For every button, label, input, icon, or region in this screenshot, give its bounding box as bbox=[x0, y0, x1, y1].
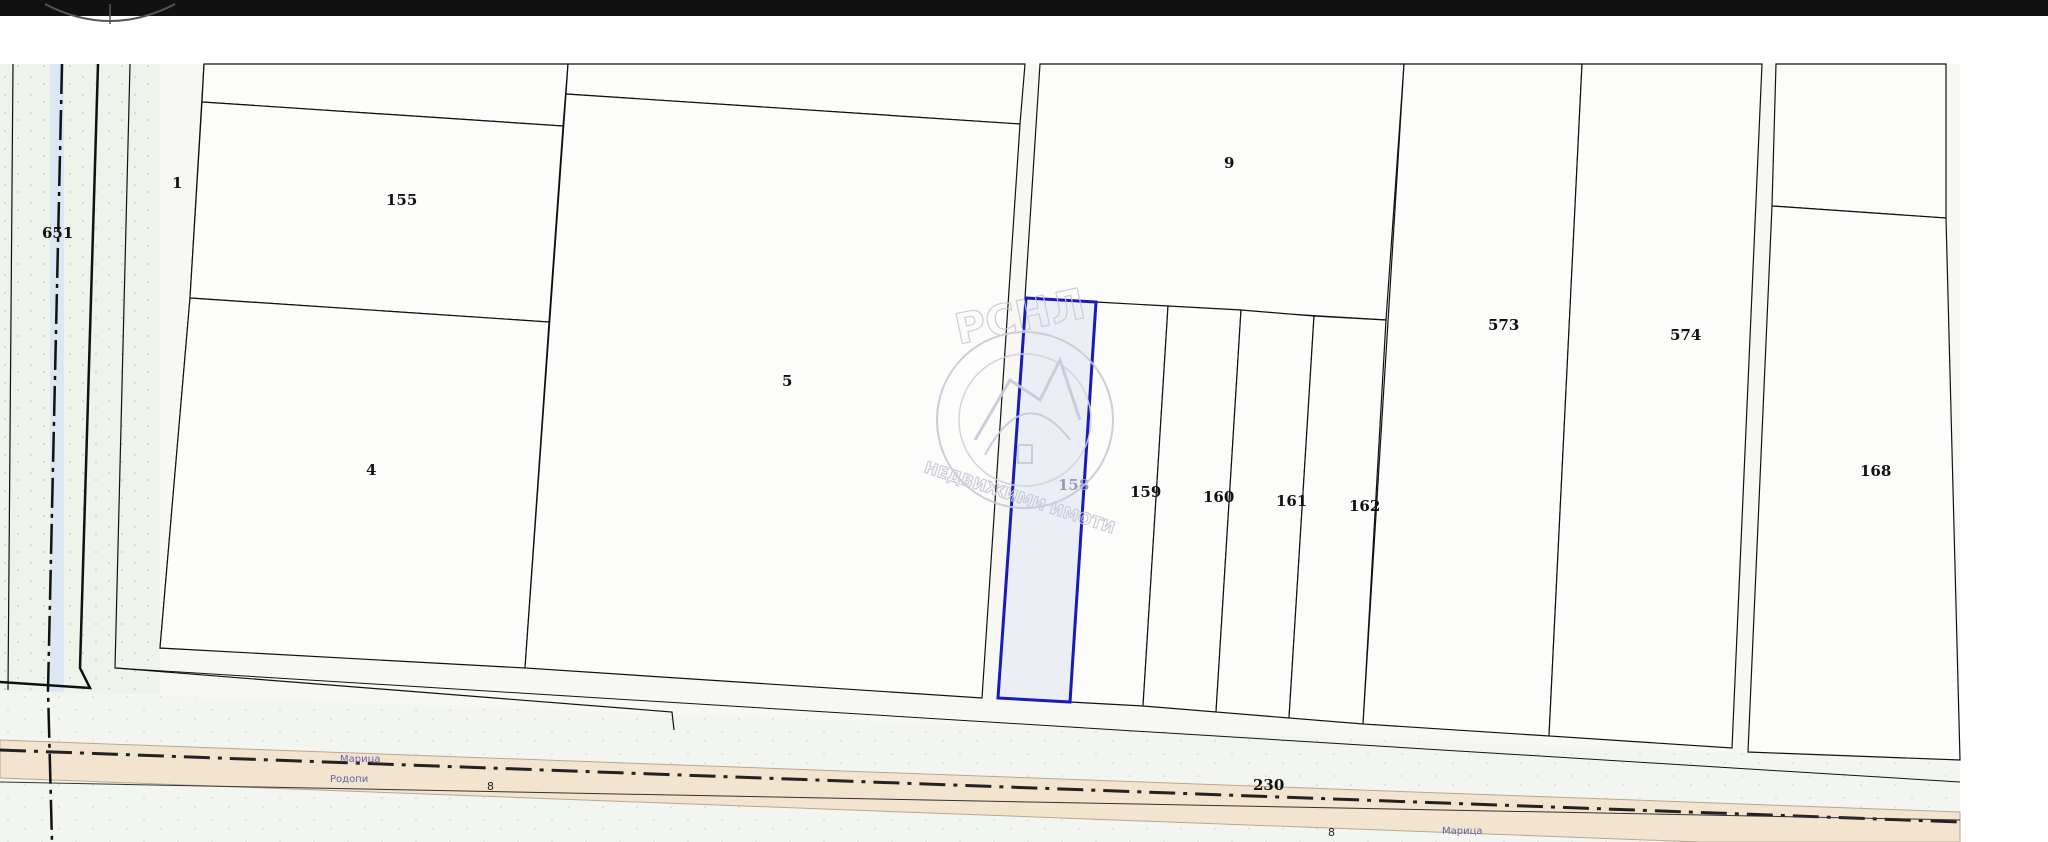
parcel-label-5: 5 bbox=[782, 372, 792, 390]
parcel-label-651: 651 bbox=[42, 224, 73, 242]
parcel-label-168: 168 bbox=[1860, 462, 1891, 480]
road-label-top: Марица bbox=[340, 754, 381, 765]
parcel-label-230: 230 bbox=[1253, 776, 1284, 794]
road-number-right: 8 bbox=[1328, 826, 1335, 839]
road-number-left: 8 bbox=[487, 780, 494, 793]
parcel-top-right[interactable] bbox=[1771, 63, 1947, 219]
parcel-label-9: 9 bbox=[1224, 154, 1234, 172]
parcel-label-161: 161 bbox=[1276, 492, 1307, 510]
parcel-9[interactable] bbox=[1024, 63, 1405, 321]
parcel-168[interactable] bbox=[1747, 205, 1961, 761]
cadastral-map[interactable]: 651 1 155 4 5 9 158 159 160 161 162 573 … bbox=[0, 0, 2048, 842]
road-label-right: Марица bbox=[1442, 826, 1483, 837]
parcel-label-4: 4 bbox=[366, 461, 376, 479]
parcel-label-155: 155 bbox=[386, 191, 417, 209]
parcel-label-160: 160 bbox=[1203, 488, 1234, 506]
green-strip bbox=[0, 64, 160, 694]
parcel-label-574: 574 bbox=[1670, 326, 1701, 344]
road-label-bottom: Родопи bbox=[330, 774, 368, 785]
parcel-label-1: 1 bbox=[172, 174, 182, 192]
parcel-574[interactable] bbox=[1548, 63, 1763, 749]
parcel-label-159: 159 bbox=[1130, 483, 1161, 501]
parcel-label-573: 573 bbox=[1488, 316, 1519, 334]
parcel-4[interactable] bbox=[159, 297, 550, 669]
parcel-label-162: 162 bbox=[1349, 497, 1380, 515]
parcel-5[interactable] bbox=[524, 93, 1021, 699]
parcel-155[interactable] bbox=[189, 101, 564, 323]
